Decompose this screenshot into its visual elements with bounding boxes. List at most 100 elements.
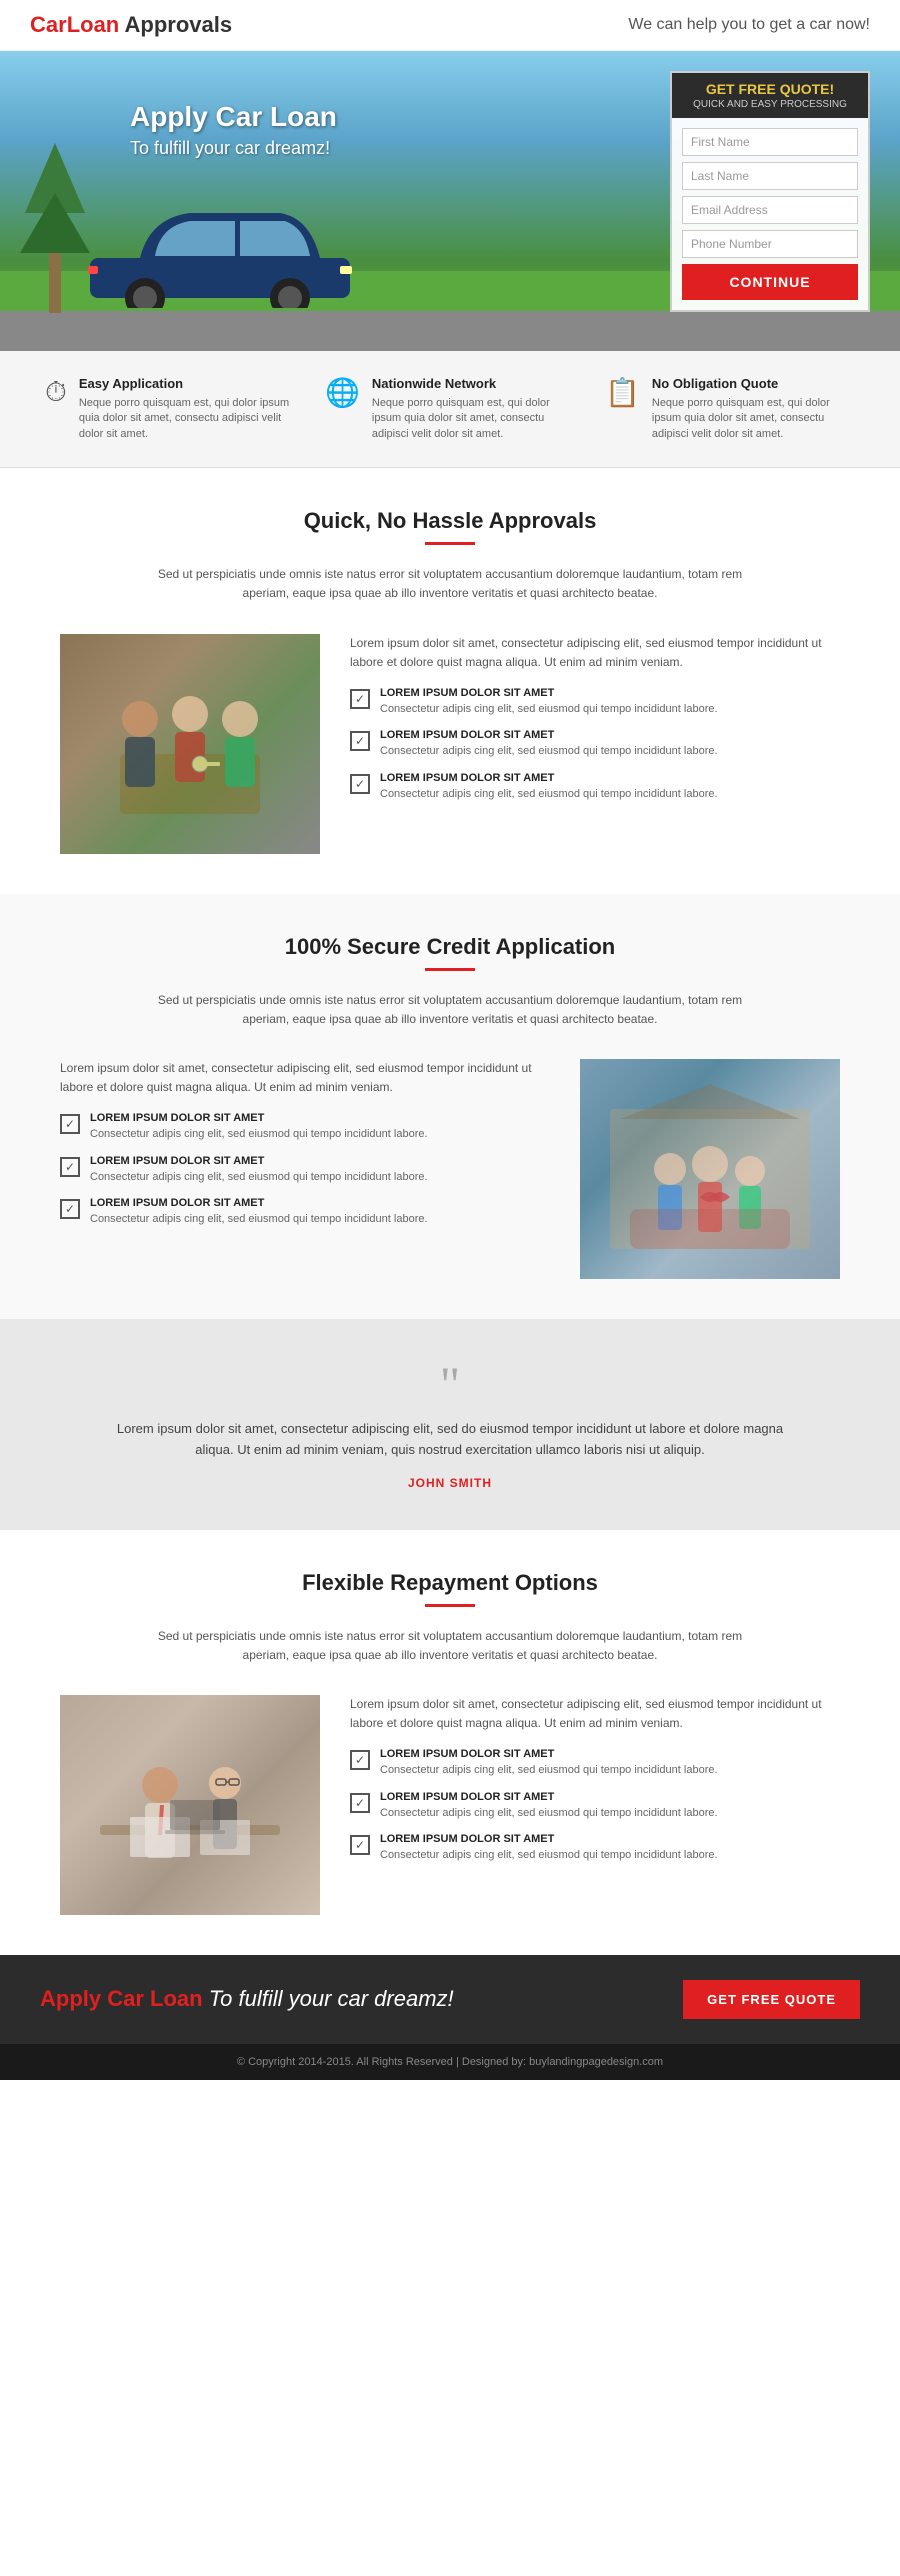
section2-check-2: LOREM IPSUM DOLOR SIT AMET Consectetur a… <box>60 1197 550 1227</box>
checklist2-text-2: LOREM IPSUM DOLOR SIT AMET Consectetur a… <box>90 1197 428 1227</box>
section-secure: 100% Secure Credit Application Sed ut pe… <box>0 894 900 1319</box>
feature-item-1: 🌐 Nationwide Network Neque porro quisqua… <box>325 376 575 442</box>
features-strip: ⏱ Easy Application Neque porro quisquam … <box>0 351 900 468</box>
feature-item-0: ⏱ Easy Application Neque porro quisquam … <box>45 376 295 442</box>
section2-underline <box>425 968 475 971</box>
check3-desc-2: Consectetur adipis cing elit, sed eiusmo… <box>380 1848 718 1863</box>
check-desc-2: Consectetur adipis cing elit, sed eiusmo… <box>380 787 718 802</box>
testimonial-text: Lorem ipsum dolor sit amet, consectetur … <box>100 1419 800 1461</box>
testimonial-name: JOHN SMITH <box>80 1476 820 1490</box>
testimonial-section: " Lorem ipsum dolor sit amet, consectetu… <box>0 1319 900 1530</box>
checklist-text-1: LOREM IPSUM DOLOR SIT AMET Consectetur a… <box>380 729 718 759</box>
section1-intro: Lorem ipsum dolor sit amet, consectetur … <box>350 634 840 672</box>
quote-box-title: GET FREE QUOTE! <box>682 81 858 97</box>
check2-icon-2 <box>60 1199 80 1219</box>
hero-text-block: Apply Car Loan To fulfill your car dream… <box>100 81 367 179</box>
section3-image <box>60 1695 320 1915</box>
section1-subtitle: Sed ut perspiciatis unde omnis iste natu… <box>150 565 750 603</box>
section2-content: Lorem ipsum dolor sit amet, consectetur … <box>60 1059 840 1279</box>
footer-cta-bold: Apply Car Loan To fulfill your car dream… <box>40 1986 454 2011</box>
section1-check-0: LOREM IPSUM DOLOR SIT AMET Consectetur a… <box>350 687 840 717</box>
checklist3-text-1: LOREM IPSUM DOLOR SIT AMET Consectetur a… <box>380 1791 718 1821</box>
quote-icon: 📋 <box>605 376 640 409</box>
quote-form: CONTINUE <box>672 118 868 310</box>
last-name-input[interactable] <box>682 162 858 190</box>
hero-title: Apply Car Loan <box>130 101 337 133</box>
check3-icon-1 <box>350 1793 370 1813</box>
hero-road <box>0 311 900 351</box>
check3-icon-2 <box>350 1835 370 1855</box>
feature-text-2: No Obligation Quote Neque porro quisquam… <box>652 376 855 442</box>
email-input[interactable] <box>682 196 858 224</box>
check2-icon-0 <box>60 1114 80 1134</box>
check2-desc-0: Consectetur adipis cing elit, sed eiusmo… <box>90 1127 428 1142</box>
check-icon-1 <box>350 731 370 751</box>
checklist2-text-0: LOREM IPSUM DOLOR SIT AMET Consectetur a… <box>90 1112 428 1142</box>
feature-title-2: No Obligation Quote <box>652 376 855 391</box>
logo: CarLoan Approvals <box>30 12 232 38</box>
check2-title-1: LOREM IPSUM DOLOR SIT AMET <box>90 1155 428 1167</box>
feature-desc-0: Neque porro quisquam est, qui dolor ipsu… <box>79 396 295 442</box>
check-title-0: LOREM IPSUM DOLOR SIT AMET <box>380 687 718 699</box>
section3-check-2: LOREM IPSUM DOLOR SIT AMET Consectetur a… <box>350 1833 840 1863</box>
feature-item-2: 📋 No Obligation Quote Neque porro quisqu… <box>605 376 855 442</box>
check-title-1: LOREM IPSUM DOLOR SIT AMET <box>380 729 718 741</box>
check2-title-0: LOREM IPSUM DOLOR SIT AMET <box>90 1112 428 1124</box>
section3-title: Flexible Repayment Options <box>60 1570 840 1596</box>
first-name-input[interactable] <box>682 128 858 156</box>
section2-check-1: LOREM IPSUM DOLOR SIT AMET Consectetur a… <box>60 1155 550 1185</box>
check3-title-1: LOREM IPSUM DOLOR SIT AMET <box>380 1791 718 1803</box>
check3-title-0: LOREM IPSUM DOLOR SIT AMET <box>380 1748 718 1760</box>
footer-cta-text: Apply Car Loan To fulfill your car dream… <box>40 1986 454 2012</box>
section3-intro: Lorem ipsum dolor sit amet, consectetur … <box>350 1695 840 1733</box>
check-icon-0 <box>350 689 370 709</box>
section1-title: Quick, No Hassle Approvals <box>60 508 840 534</box>
tree-trunk <box>49 253 61 313</box>
section3-underline <box>425 1604 475 1607</box>
feature-desc-1: Neque porro quisquam est, qui dolor ipsu… <box>372 396 575 442</box>
check-icon-2 <box>350 774 370 794</box>
section-approvals: Quick, No Hassle Approvals Sed ut perspi… <box>0 468 900 893</box>
continue-button[interactable]: CONTINUE <box>682 264 858 300</box>
quote-box-subtitle: QUICK AND EASY PROCESSING <box>682 99 858 110</box>
site-header: CarLoan Approvals We can help you to get… <box>0 0 900 51</box>
feature-text-0: Easy Application Neque porro quisquam es… <box>79 376 295 442</box>
section2-title: 100% Secure Credit Application <box>60 934 840 960</box>
section3-col-content: Lorem ipsum dolor sit amet, consectetur … <box>350 1695 840 1876</box>
easy-app-icon: ⏱ <box>45 376 67 409</box>
section1-content: Lorem ipsum dolor sit amet, consectetur … <box>60 634 840 854</box>
section3-content: Lorem ipsum dolor sit amet, consectetur … <box>60 1695 840 1915</box>
section2-check-0: LOREM IPSUM DOLOR SIT AMET Consectetur a… <box>60 1112 550 1142</box>
checklist-text-2: LOREM IPSUM DOLOR SIT AMET Consectetur a… <box>380 772 718 802</box>
check3-desc-1: Consectetur adipis cing elit, sed eiusmo… <box>380 1806 718 1821</box>
check3-desc-0: Consectetur adipis cing elit, sed eiusmo… <box>380 1763 718 1778</box>
checklist2-text-1: LOREM IPSUM DOLOR SIT AMET Consectetur a… <box>90 1155 428 1185</box>
section2-intro: Lorem ipsum dolor sit amet, consectetur … <box>60 1059 550 1097</box>
section1-check-2: LOREM IPSUM DOLOR SIT AMET Consectetur a… <box>350 772 840 802</box>
quote-box: GET FREE QUOTE! QUICK AND EASY PROCESSIN… <box>670 71 870 312</box>
phone-input[interactable] <box>682 230 858 258</box>
header-tagline: We can help you to get a car now! <box>628 16 870 34</box>
logo-approvals: Approvals <box>119 12 232 37</box>
section2-col-content: Lorem ipsum dolor sit amet, consectetur … <box>60 1059 550 1240</box>
section1-col-content: Lorem ipsum dolor sit amet, consectetur … <box>350 634 840 815</box>
check3-title-2: LOREM IPSUM DOLOR SIT AMET <box>380 1833 718 1845</box>
feature-title-0: Easy Application <box>79 376 295 391</box>
checklist3-text-2: LOREM IPSUM DOLOR SIT AMET Consectetur a… <box>380 1833 718 1863</box>
feature-text-1: Nationwide Network Neque porro quisquam … <box>372 376 575 442</box>
logo-car: Car <box>30 12 67 37</box>
hero-section: Apply Car Loan To fulfill your car dream… <box>0 51 900 351</box>
checklist3-text-0: LOREM IPSUM DOLOR SIT AMET Consectetur a… <box>380 1748 718 1778</box>
footer-cta-italic: To fulfill your car dreamz! <box>209 1986 454 2011</box>
check2-icon-1 <box>60 1157 80 1177</box>
hero-subtitle: To fulfill your car dreamz! <box>130 138 337 159</box>
footer-get-quote-button[interactable]: GET FREE QUOTE <box>683 1980 860 2019</box>
site-footer: © Copyright 2014-2015. All Rights Reserv… <box>0 2044 900 2080</box>
section-repayment: Flexible Repayment Options Sed ut perspi… <box>0 1530 900 1955</box>
section1-underline <box>425 542 475 545</box>
section3-check-0: LOREM IPSUM DOLOR SIT AMET Consectetur a… <box>350 1748 840 1778</box>
section1-image <box>60 634 320 854</box>
checklist-text-0: LOREM IPSUM DOLOR SIT AMET Consectetur a… <box>380 687 718 717</box>
check2-desc-2: Consectetur adipis cing elit, sed eiusmo… <box>90 1212 428 1227</box>
check2-desc-1: Consectetur adipis cing elit, sed eiusmo… <box>90 1170 428 1185</box>
